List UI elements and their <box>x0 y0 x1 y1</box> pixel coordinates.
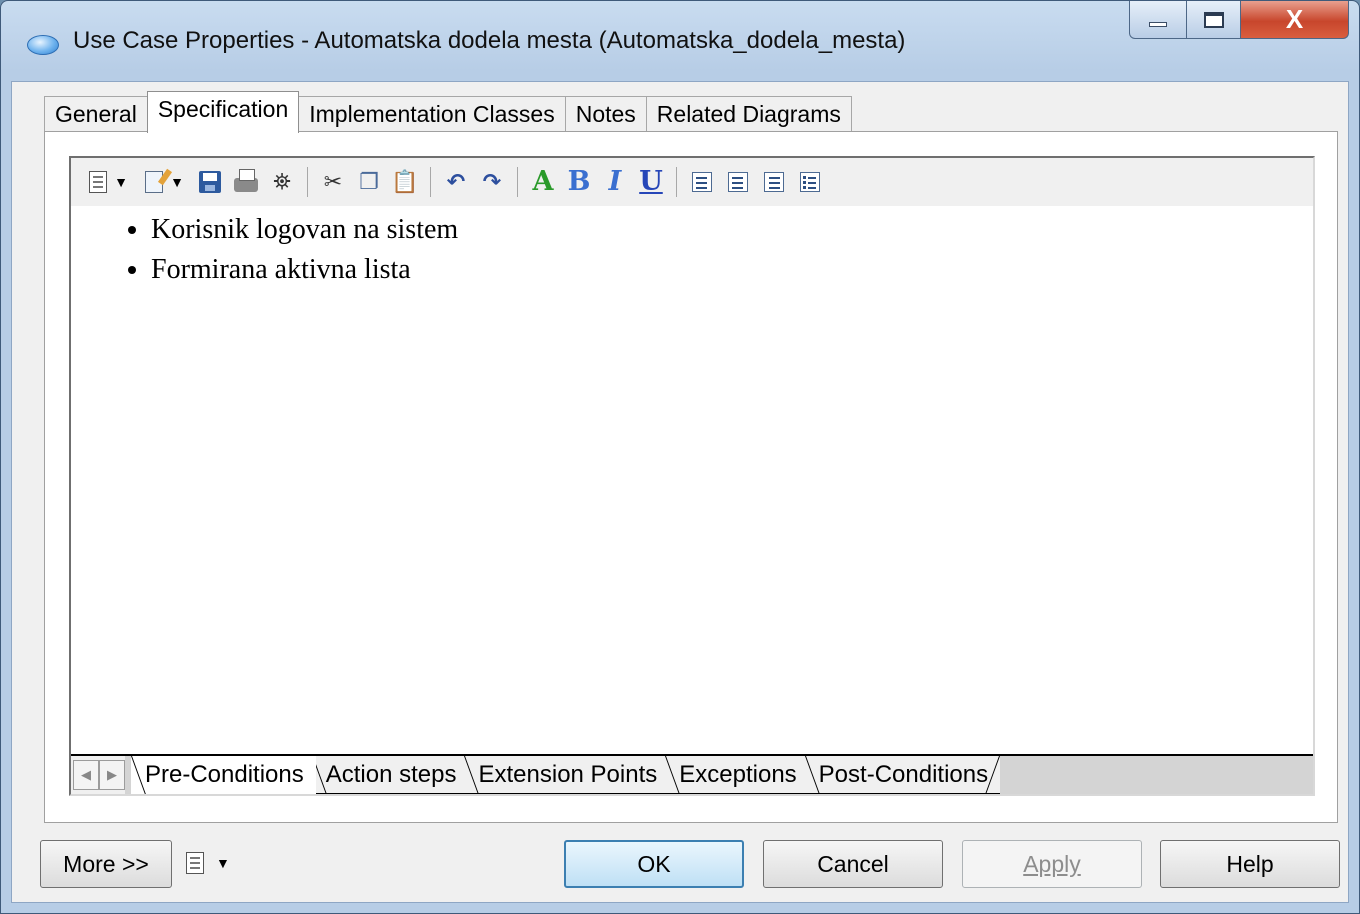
toolbar-separator <box>430 166 431 197</box>
font-color-button[interactable]: A <box>528 166 558 198</box>
copy-icon: ❐ <box>359 168 379 194</box>
tab-implementation-classes[interactable]: Implementation Classes <box>298 96 566 132</box>
bullet-list-icon <box>800 171 820 192</box>
apply-button-label: Apply <box>1023 850 1081 877</box>
sheet-tab-navigation: ◀ ▶ <box>71 756 125 794</box>
tab-related-diagrams[interactable]: Related Diagrams <box>645 96 852 132</box>
find-button[interactable]: ⛯ <box>267 166 297 198</box>
caption-buttons: X <box>1129 1 1349 39</box>
dropdown-arrow-icon: ▼ <box>114 173 128 190</box>
dropdown-arrow-icon: ▼ <box>170 173 184 190</box>
edit-menu-icon <box>145 170 163 193</box>
rich-text-editor: ▼ ▼ ⛯ ✂ ❐ 📋 ↶ ↷ A B I U • Korisnik logov… <box>69 156 1315 796</box>
italic-icon: I <box>608 166 622 197</box>
save-button[interactable] <box>195 166 225 198</box>
window-title: Use Case Properties - Automatska dodela … <box>73 27 906 54</box>
align-left-button[interactable] <box>687 166 717 198</box>
sheet-tab-action-steps[interactable]: Action steps <box>311 756 469 794</box>
sheet-tabs-bar: ◀ ▶ Pre-Conditions Action steps Extensio… <box>71 754 1313 794</box>
document-options[interactable]: ▼ <box>186 852 230 874</box>
close-icon: X <box>1285 4 1304 34</box>
align-right-icon <box>764 171 784 192</box>
editor-toolbar: ▼ ▼ ⛯ ✂ ❐ 📋 ↶ ↷ A B I U <box>71 158 1313 206</box>
bullet-list-button[interactable] <box>795 166 825 198</box>
tab-specification[interactable]: Specification <box>146 91 300 133</box>
property-tabs: General Specification Implementation Cla… <box>44 90 852 133</box>
save-icon <box>199 170 221 193</box>
arrow-right-icon: ▶ <box>107 767 117 782</box>
scroll-right-button[interactable]: ▶ <box>99 760 125 790</box>
align-center-icon <box>728 171 748 192</box>
bold-button[interactable]: B <box>564 166 594 198</box>
editor-text-area[interactable]: Korisnik logovan na sistem Formirana akt… <box>71 206 1313 756</box>
sheet-tab-pre-conditions[interactable]: Pre-Conditions <box>131 756 316 794</box>
find-icon: ⛯ <box>273 168 291 194</box>
use-case-ellipse-icon <box>27 35 59 55</box>
apply-button[interactable]: Apply <box>962 840 1142 888</box>
bullet-list: Korisnik logovan na sistem Formirana akt… <box>71 210 1313 290</box>
copy-button[interactable]: ❐ <box>354 166 384 198</box>
sheet-tab-exceptions[interactable]: Exceptions <box>665 756 809 794</box>
edit-menu-dropdown[interactable]: ▼ <box>169 166 185 198</box>
list-item: Formirana aktivna lista <box>151 250 1313 290</box>
title-bar[interactable]: Use Case Properties - Automatska dodela … <box>1 1 1359 81</box>
paste-icon: 📋 <box>391 168 419 194</box>
bold-icon: B <box>567 166 591 197</box>
underline-button[interactable]: U <box>636 166 666 198</box>
print-icon <box>234 168 258 192</box>
undo-button[interactable]: ↶ <box>441 166 471 198</box>
minimize-icon <box>1149 22 1167 27</box>
sheet-tab-post-conditions[interactable]: Post-Conditions <box>804 756 1001 794</box>
toolbar-separator <box>676 166 677 197</box>
undo-icon: ↶ <box>446 168 466 194</box>
cut-icon: ✂ <box>323 168 343 194</box>
tab-notes[interactable]: Notes <box>564 96 647 132</box>
sheet-tab-extension-points[interactable]: Extension Points <box>464 756 670 794</box>
align-left-icon <box>692 171 712 192</box>
dialog-client-area: General Specification Implementation Cla… <box>11 81 1349 903</box>
maximize-button[interactable] <box>1187 1 1241 39</box>
font-color-icon: A <box>532 166 554 197</box>
edit-menu-button[interactable] <box>139 166 169 198</box>
close-button[interactable]: X <box>1241 1 1349 39</box>
document-menu-icon <box>89 170 107 193</box>
more-button[interactable]: More >> <box>40 840 172 888</box>
maximize-icon <box>1203 11 1224 28</box>
minimize-button[interactable] <box>1129 1 1187 39</box>
help-button[interactable]: Help <box>1160 840 1340 888</box>
tab-general[interactable]: General <box>44 96 148 132</box>
redo-icon: ↷ <box>482 168 502 194</box>
underline-icon: U <box>639 166 663 197</box>
toolbar-separator <box>307 166 308 197</box>
cut-button[interactable]: ✂ <box>318 166 348 198</box>
document-menu-dropdown[interactable]: ▼ <box>113 166 129 198</box>
dropdown-arrow-icon: ▼ <box>216 855 230 871</box>
list-item: Korisnik logovan na sistem <box>151 210 1313 250</box>
ok-button[interactable]: OK <box>564 840 744 888</box>
document-icon <box>186 852 204 874</box>
redo-button[interactable]: ↷ <box>477 166 507 198</box>
italic-button[interactable]: I <box>600 166 630 198</box>
align-right-button[interactable] <box>759 166 789 198</box>
print-button[interactable] <box>231 166 261 198</box>
arrow-left-icon: ◀ <box>81 767 91 782</box>
properties-window: Use Case Properties - Automatska dodela … <box>0 0 1360 914</box>
cancel-button[interactable]: Cancel <box>763 840 943 888</box>
specification-panel: ▼ ▼ ⛯ ✂ ❐ 📋 ↶ ↷ A B I U • Korisnik logov… <box>44 131 1338 823</box>
document-menu-button[interactable] <box>83 166 113 198</box>
paste-button[interactable]: 📋 <box>390 166 420 198</box>
align-center-button[interactable] <box>723 166 753 198</box>
scroll-left-button[interactable]: ◀ <box>73 760 99 790</box>
toolbar-separator <box>517 166 518 197</box>
